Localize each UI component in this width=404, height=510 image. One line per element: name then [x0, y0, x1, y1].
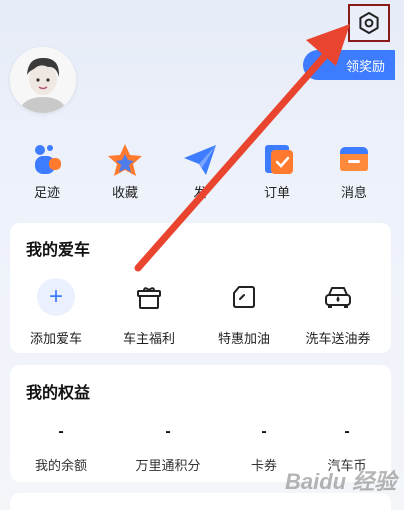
avatar-icon [10, 47, 76, 113]
quick-item-label: 订单 [263, 185, 290, 200]
fuel-card-icon [225, 278, 263, 316]
fuel-discount-button[interactable]: 特惠加油 [199, 278, 289, 347]
points-value: - [165, 423, 171, 440]
quick-item-send[interactable]: 发 [170, 142, 230, 201]
watermark: Baidu 经验 [285, 464, 400, 504]
my-rights-title: 我的权益 [26, 385, 91, 402]
car-item-label: 洗车送油券 [305, 331, 371, 346]
balance-value: - [58, 423, 64, 440]
car-wash-icon [319, 278, 357, 316]
balance-label: 我的余额 [34, 458, 87, 473]
quick-item-label: 收藏 [111, 185, 138, 200]
car-item-label: 车主福利 [122, 331, 175, 346]
quick-actions-row: 足迹 收藏 发 订单 消息 [0, 142, 404, 202]
message-icon [340, 147, 368, 171]
settings-button[interactable] [348, 4, 390, 42]
reward-button[interactable]: 领奖励 [303, 50, 395, 80]
quick-item-label: 消息 [340, 185, 367, 200]
gift-icon [130, 278, 168, 316]
reward-label: 领奖励 [345, 58, 385, 74]
quick-item-footprint[interactable]: 足迹 [17, 142, 77, 201]
order-icon [265, 145, 293, 174]
car-item-label: 添加爱车 [29, 331, 82, 346]
my-car-title: 我的爱车 [26, 242, 91, 259]
quick-item-label: 发 [193, 185, 207, 200]
quick-item-orders[interactable]: 订单 [247, 142, 307, 201]
watermark-text: Baidu 经验 [285, 469, 397, 494]
my-car-card: 我的爱车 + 添加爱车 车主福利 特惠加油 洗车送油券 [10, 223, 391, 353]
plus-icon: + [37, 278, 75, 316]
footprint-icon [35, 145, 61, 174]
car-item-label: 特惠加油 [217, 331, 270, 346]
avatar[interactable] [10, 47, 76, 113]
quick-item-messages[interactable]: 消息 [324, 142, 384, 201]
settings-icon [359, 12, 379, 34]
star-icon [108, 144, 142, 176]
car-coins-value: - [344, 423, 350, 440]
points-label: 万里通积分 [135, 458, 201, 473]
car-wash-button[interactable]: 洗车送油券 [293, 278, 383, 347]
owner-benefits-button[interactable]: 车主福利 [104, 278, 194, 347]
quick-item-favorites[interactable]: 收藏 [95, 142, 155, 201]
points-item[interactable]: - 万里通积分 [123, 423, 213, 474]
quick-item-label: 足迹 [33, 185, 60, 200]
send-icon [184, 145, 216, 175]
add-car-button[interactable]: + 添加爱车 [11, 278, 101, 347]
coupons-value: - [261, 423, 267, 440]
balance-item[interactable]: - 我的余额 [16, 423, 106, 474]
